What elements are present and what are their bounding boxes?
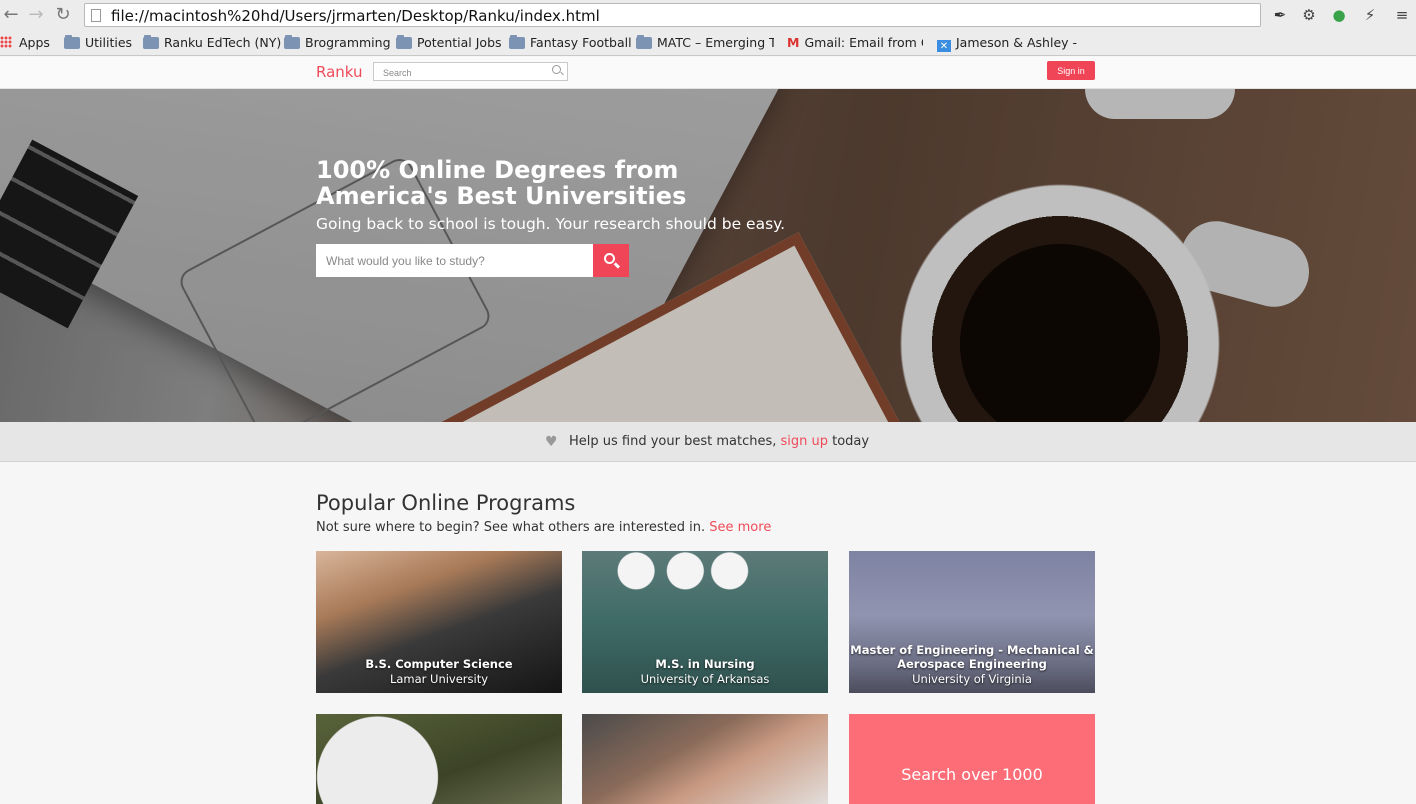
program-name: Master of Engineering - Mechanical & Aer… (850, 642, 1094, 672)
school-name: University of Virginia (912, 671, 1032, 686)
see-more-link[interactable]: See more (709, 520, 771, 535)
cta-text: Search over 1000 (901, 765, 1043, 784)
bookmark-fantasy-football[interactable]: Fantasy Football (509, 34, 633, 52)
bookmark-ranku-edtech[interactable]: Ranku EdTech (NY) (143, 34, 283, 52)
folder-icon (284, 35, 300, 49)
holding-hands-image (582, 714, 828, 804)
school-name: University of Arkansas (640, 671, 770, 686)
programs-subtitle: Not sure where to begin? See what others… (316, 520, 772, 535)
evernote-icon[interactable]: ● (1329, 5, 1349, 25)
program-card-engineering[interactable]: Master of Engineering - Mechanical & Aer… (849, 551, 1095, 693)
reload-icon[interactable]: ↻ (52, 4, 74, 26)
program-card-nursing[interactable]: M.S. in Nursing University of Arkansas (582, 551, 828, 693)
program-card-baseball[interactable] (316, 714, 562, 804)
signup-banner: ♥ Help us find your best matches, sign u… (0, 422, 1416, 462)
forward-arrow-icon[interactable]: → (25, 4, 47, 26)
heart-icon: ♥ (545, 434, 558, 450)
browser-toolbar: ← → ↻ file://macintosh%20hd/Users/jrmart… (0, 0, 1416, 30)
study-search-button[interactable] (593, 244, 629, 277)
banner-text: Help us find your best matches, sign up … (569, 434, 870, 449)
folder-icon (509, 35, 525, 49)
search-all-programs-card[interactable]: Search over 1000 (849, 714, 1095, 804)
folder-icon (396, 35, 412, 49)
bookmark-matc[interactable]: MATC – Emerging T (636, 34, 774, 52)
address-url[interactable]: file://macintosh%20hd/Users/jrmarten/Des… (111, 7, 600, 25)
bookmark-apps[interactable]: Apps (0, 34, 60, 52)
bookmark-brogramming[interactable]: Brogramming (284, 34, 392, 52)
search-icon[interactable] (552, 65, 561, 74)
bookmarks-bar: Apps Utilities Ranku EdTech (NY) Brogram… (0, 30, 1416, 56)
ranku-logo[interactable]: Ranku (316, 63, 363, 81)
sign-up-link[interactable]: sign up (781, 434, 829, 449)
jx-icon: ✕ (937, 40, 951, 52)
extension-icon[interactable]: ⚡ (1360, 5, 1380, 25)
eyedropper-icon[interactable]: ✒ (1270, 5, 1290, 25)
bookmark-utilities[interactable]: Utilities (64, 34, 140, 52)
header-search-input[interactable] (374, 64, 544, 82)
page-icon (91, 9, 101, 22)
bookmark-jameson-ashley[interactable]: ✕ Jameson & Ashley - (937, 34, 1077, 52)
gear-icon[interactable]: ⚙ (1299, 5, 1319, 25)
bookmark-potential-jobs[interactable]: Potential Jobs (396, 34, 506, 52)
address-bar[interactable]: file://macintosh%20hd/Users/jrmarten/Des… (84, 3, 1261, 27)
hero-subtitle: Going back to school is tough. Your rese… (316, 215, 786, 233)
program-card-care[interactable] (582, 714, 828, 804)
site-header: Ranku Sign in (0, 57, 1416, 89)
bookmark-gmail[interactable]: M Gmail: Email from G (787, 34, 923, 52)
programs-title: Popular Online Programs (316, 491, 576, 515)
apps-icon (0, 36, 12, 48)
back-arrow-icon[interactable]: ← (0, 4, 22, 26)
baseball-image (316, 714, 562, 804)
folder-icon (64, 35, 80, 49)
study-search-input[interactable] (316, 244, 593, 277)
hero-title: 100% Online Degrees from America's Best … (316, 156, 687, 210)
program-name: M.S. in Nursing (655, 657, 755, 671)
header-search (373, 62, 568, 82)
menu-icon[interactable]: ≡ (1392, 5, 1412, 25)
hero: 100% Online Degrees from America's Best … (0, 89, 1416, 422)
folder-icon (143, 35, 159, 49)
program-card-computer-science[interactable]: B.S. Computer Science Lamar University (316, 551, 562, 693)
school-name: Lamar University (389, 671, 489, 686)
folder-icon (636, 35, 652, 49)
program-name: B.S. Computer Science (365, 657, 513, 671)
gmail-icon: M (787, 35, 800, 50)
search-icon (604, 253, 615, 264)
sign-in-button[interactable]: Sign in (1047, 61, 1095, 80)
